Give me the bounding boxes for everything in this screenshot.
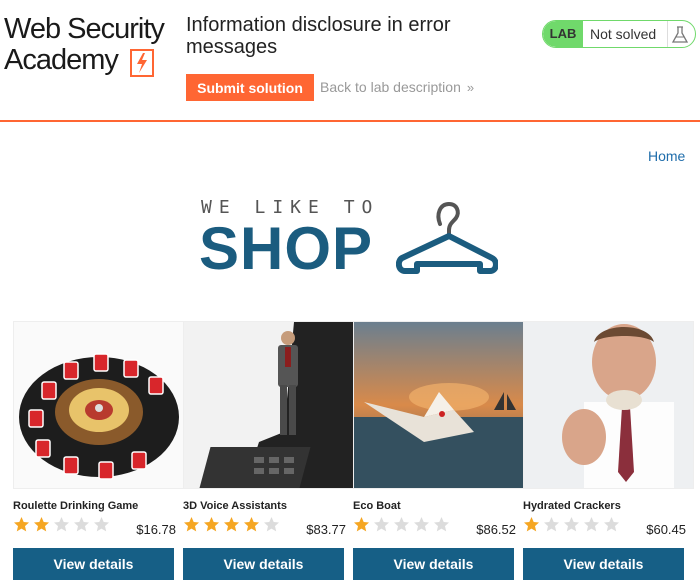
star-empty-icon	[434, 517, 449, 532]
roulette-drinking-game-image	[13, 321, 184, 489]
paper-boat-image	[353, 321, 524, 489]
product-card: 3D Voice Assistants $83.77 View details	[183, 321, 354, 587]
star-empty-icon	[74, 517, 89, 532]
lab-header: Web Security Academy Information disclos…	[0, 0, 700, 122]
banner-headline: SHOP	[199, 215, 374, 282]
back-link-label: Back to lab description	[320, 79, 461, 95]
voice-assistant-figurine-image	[183, 321, 354, 489]
lab-status-badge: LAB Not solved	[542, 20, 696, 48]
product-rating	[13, 516, 113, 534]
lab-title: Information disclosure in error messages	[186, 14, 451, 58]
product-rating	[183, 516, 283, 534]
star-empty-icon	[54, 517, 69, 532]
status-divider	[667, 21, 668, 47]
star-empty-icon	[374, 517, 389, 532]
product-card: Eco Boat $86.52 View details	[353, 321, 524, 587]
submit-solution-button[interactable]: Submit solution	[186, 74, 314, 101]
star-filled-icon	[224, 517, 239, 532]
product-rating	[353, 516, 453, 534]
star-empty-icon	[564, 517, 579, 532]
product-price: $60.45	[646, 522, 686, 537]
product-price: $16.78	[136, 522, 176, 537]
star-empty-icon	[584, 517, 599, 532]
star-empty-icon	[394, 517, 409, 532]
star-empty-icon	[414, 517, 429, 532]
product-card: Roulette Drinking Game $16.78 View detai…	[13, 321, 184, 587]
header-divider	[0, 120, 700, 122]
back-to-lab-description-link[interactable]: Back to lab description »	[320, 79, 474, 95]
product-name: Roulette Drinking Game	[13, 500, 139, 512]
product-price: $86.52	[476, 522, 516, 537]
view-details-button[interactable]: View details	[353, 548, 514, 580]
star-filled-icon	[14, 517, 29, 532]
star-filled-icon	[34, 517, 49, 532]
logo-line2: Academy	[4, 44, 119, 76]
product-name: 3D Voice Assistants	[183, 500, 287, 512]
product-card: Hydrated Crackers $60.45 View details	[523, 321, 694, 587]
home-link[interactable]: Home	[648, 148, 685, 164]
view-details-button[interactable]: View details	[13, 548, 174, 580]
star-filled-icon	[184, 517, 199, 532]
product-name: Hydrated Crackers	[523, 500, 621, 512]
view-details-button[interactable]: View details	[183, 548, 344, 580]
star-filled-icon	[244, 517, 259, 532]
star-empty-icon	[604, 517, 619, 532]
product-price: $83.77	[306, 522, 346, 537]
star-filled-icon	[204, 517, 219, 532]
product-grid: Roulette Drinking Game $16.78 View detai…	[13, 321, 700, 587]
star-empty-icon	[94, 517, 109, 532]
clothes-hanger-icon	[396, 201, 498, 274]
web-security-academy-logo[interactable]: Web Security Academy	[4, 14, 174, 84]
star-empty-icon	[544, 517, 559, 532]
star-filled-icon	[524, 517, 539, 532]
man-eating-cracker-image	[523, 321, 694, 489]
flask-icon	[671, 26, 689, 43]
star-filled-icon	[354, 517, 369, 532]
view-details-button[interactable]: View details	[523, 548, 684, 580]
lab-badge-label: LAB	[543, 21, 583, 47]
lightning-logo-icon	[130, 49, 154, 77]
logo-line1: Web Security	[4, 13, 165, 45]
product-rating	[523, 516, 623, 534]
star-empty-icon	[264, 517, 279, 532]
product-name: Eco Boat	[353, 500, 401, 512]
lab-status-text: Not solved	[590, 26, 657, 42]
double-chevron-right-icon: »	[466, 80, 475, 95]
